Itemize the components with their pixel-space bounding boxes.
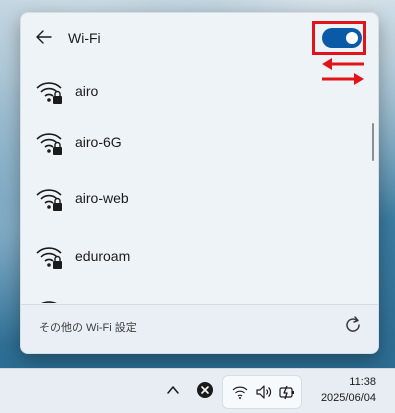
network-name: eduroam bbox=[75, 248, 131, 264]
battery-icon bbox=[279, 385, 294, 400]
scrollbar-thumb[interactable] bbox=[372, 123, 374, 161]
panel-header: Wi-Fi bbox=[21, 13, 378, 85]
secured-wifi-icon bbox=[36, 133, 62, 155]
quick-settings-button[interactable] bbox=[222, 375, 302, 409]
secured-wifi-icon bbox=[36, 82, 62, 104]
secured-wifi-icon bbox=[41, 301, 57, 303]
taskbar: 11:38 2025/06/04 bbox=[0, 368, 395, 413]
more-wifi-settings-link[interactable]: その他の Wi-Fi 設定 bbox=[39, 319, 137, 335]
toggle-knob bbox=[346, 32, 358, 44]
close-circle-icon[interactable] bbox=[196, 381, 214, 399]
network-name: airo bbox=[75, 83, 99, 99]
network-name: airo-6G bbox=[75, 134, 122, 150]
panel-footer: その他の Wi-Fi 設定 bbox=[21, 304, 378, 353]
taskbar-clock-date[interactable]: 2025/06/04 bbox=[300, 392, 376, 404]
wifi-toggle[interactable] bbox=[322, 28, 362, 48]
refresh-icon[interactable] bbox=[343, 315, 363, 335]
chevron-up-icon[interactable] bbox=[166, 383, 180, 397]
network-list: airo airo-6G airo-web eduroam bbox=[21, 63, 378, 303]
volume-icon bbox=[256, 385, 272, 399]
network-item-partial[interactable] bbox=[21, 285, 378, 303]
network-item-airo[interactable]: airo bbox=[21, 66, 378, 116]
secured-wifi-icon bbox=[36, 247, 62, 269]
wifi-icon bbox=[232, 386, 248, 399]
wifi-flyout: Wi-Fi airo airo-6G airo-web eduroam その他の… bbox=[20, 12, 379, 354]
network-item-airo-6g[interactable]: airo-6G bbox=[21, 117, 378, 167]
page-title: Wi-Fi bbox=[68, 30, 101, 46]
network-item-airo-web[interactable]: airo-web bbox=[21, 173, 378, 223]
back-arrow-icon bbox=[36, 30, 52, 44]
taskbar-clock-time[interactable]: 11:38 bbox=[336, 376, 376, 388]
secured-wifi-icon bbox=[36, 189, 62, 211]
back-button[interactable] bbox=[33, 26, 55, 48]
network-name: airo-web bbox=[75, 190, 129, 206]
network-item-eduroam[interactable]: eduroam bbox=[21, 231, 378, 281]
